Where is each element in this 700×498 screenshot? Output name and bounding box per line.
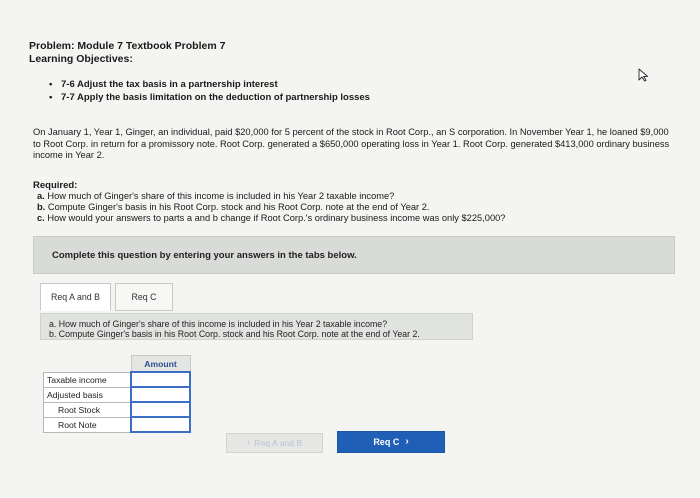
table-row: Root Note — [43, 416, 191, 433]
required-item: b. Compute Ginger's basis in his Root Co… — [37, 202, 505, 213]
objective-item: 7-6 Adjust the tax basis in a partnershi… — [49, 78, 370, 91]
instruction-banner: Complete this question by entering your … — [33, 236, 675, 274]
chevron-right-icon: › — [405, 436, 409, 447]
table-header-blank — [44, 356, 132, 373]
required-item-text: How would your answers to parts a and b … — [47, 213, 506, 223]
question-b: b. Compute Ginger's basis in his Root Co… — [49, 329, 420, 339]
root-note-input[interactable] — [132, 418, 189, 431]
answer-table-wrapper: Amount Taxable income Adjusted basis Roo… — [43, 355, 191, 433]
answer-table: Amount Taxable income Adjusted basis Roo… — [43, 355, 191, 433]
learning-objectives-heading: Learning Objectives: — [29, 53, 133, 65]
required-item-letter: b. — [37, 202, 46, 212]
tab-req-a-and-b[interactable]: Req A and B — [40, 283, 111, 311]
taxable-income-cell — [130, 371, 191, 388]
table-header-row: Amount — [44, 355, 191, 373]
adjusted-basis-cell — [130, 386, 191, 403]
root-stock-input[interactable] — [132, 403, 189, 416]
previous-button-label: Req A and B — [254, 438, 303, 448]
chevron-left-icon: ‹ — [246, 437, 251, 448]
instruction-text: Complete this question by entering your … — [52, 250, 357, 261]
next-button-label: Req C — [373, 437, 400, 447]
page: Problem: Module 7 Textbook Problem 7 Lea… — [0, 0, 700, 498]
root-stock-cell — [130, 401, 191, 418]
taxable-income-input[interactable] — [132, 373, 189, 386]
row-label-adjusted-basis: Adjusted basis — [43, 386, 132, 403]
tab-questions-box: a. How much of Ginger's share of this in… — [40, 313, 473, 340]
table-row: Taxable income — [43, 371, 191, 388]
table-row: Adjusted basis — [43, 386, 191, 403]
problem-title: Problem: Module 7 Textbook Problem 7 — [29, 40, 226, 52]
learning-objectives-list: 7-6 Adjust the tax basis in a partnershi… — [49, 78, 370, 104]
problem-statement: On January 1, Year 1, Ginger, an individ… — [33, 127, 670, 160]
required-heading: Required: — [33, 180, 78, 191]
tab-req-c[interactable]: Req C — [115, 283, 173, 311]
required-item-letter: a. — [37, 191, 45, 201]
mouse-cursor-icon — [638, 68, 648, 82]
table-row: Root Stock — [43, 401, 191, 418]
required-item-text: How much of Ginger's share of this incom… — [47, 191, 395, 201]
row-label-taxable-income: Taxable income — [43, 371, 132, 388]
previous-button[interactable]: ‹ Req A and B — [226, 433, 323, 453]
required-item: a. How much of Ginger's share of this in… — [37, 191, 505, 202]
row-label-root-stock: Root Stock — [43, 401, 132, 418]
objective-item: 7-7 Apply the basis limitation on the de… — [49, 91, 370, 104]
row-label-root-note: Root Note — [43, 416, 132, 433]
required-item-text: Compute Ginger's basis in his Root Corp.… — [47, 202, 430, 212]
root-note-cell — [130, 416, 191, 433]
question-a: a. How much of Ginger's share of this in… — [49, 319, 388, 329]
required-list: a. How much of Ginger's share of this in… — [37, 191, 505, 224]
amount-column-header: Amount — [130, 355, 191, 373]
next-button[interactable]: Req C › — [337, 431, 445, 453]
required-item: c. How would your answers to parts a and… — [37, 213, 505, 224]
required-item-letter: c. — [37, 213, 45, 223]
